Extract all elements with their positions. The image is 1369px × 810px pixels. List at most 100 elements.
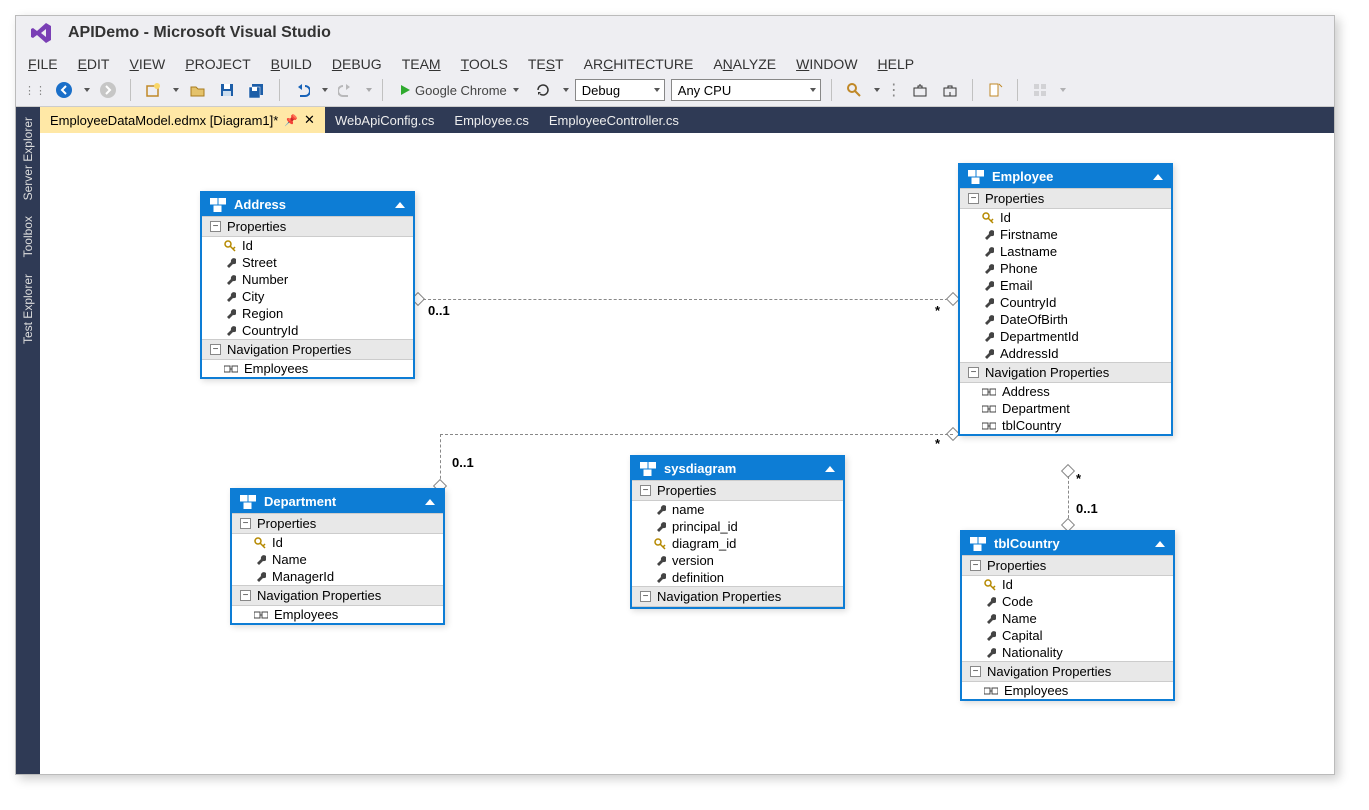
navprops-header[interactable]: −Navigation Properties [202,339,413,360]
entity-address[interactable]: Address −Properties Id Street Number Cit… [200,191,415,379]
entity-sysdiagram[interactable]: sysdiagram −Properties name principal_id… [630,455,845,609]
entity-property[interactable]: Firstname [960,226,1171,243]
entity-property[interactable]: Nationality [962,644,1173,661]
properties-header[interactable]: −Properties [960,188,1171,209]
side-tab-toolbox[interactable]: Toolbox [19,208,37,265]
entity-property[interactable]: DepartmentId [960,328,1171,345]
side-tab-server-explorer[interactable]: Server Explorer [19,109,37,208]
entity-property[interactable]: Number [202,271,413,288]
collapse-icon[interactable] [1153,174,1163,180]
navprops-header[interactable]: −Navigation Properties [960,362,1171,383]
minus-icon[interactable]: − [640,485,651,496]
entity-navprop[interactable]: Employees [232,606,443,623]
menu-build[interactable]: BUILD [271,56,312,72]
find-button[interactable] [842,78,866,102]
entity-property[interactable]: Name [962,610,1173,627]
undo-button[interactable] [290,78,314,102]
minus-icon[interactable]: − [210,221,221,232]
entity-property[interactable]: Street [202,254,413,271]
entity-property[interactable]: CountryId [960,294,1171,311]
side-tab-test-explorer[interactable]: Test Explorer [19,266,37,352]
menu-architecture[interactable]: ARCHITECTURE [584,56,694,72]
entity-property[interactable]: Id [202,237,413,254]
save-all-button[interactable] [245,78,269,102]
dropdown-icon[interactable] [84,88,90,92]
entity-tblcountry[interactable]: tblCountry −Properties Id Code Name Capi… [960,530,1175,701]
properties-header[interactable]: −Properties [962,555,1173,576]
toolbox-button-1[interactable] [908,78,932,102]
entity-header[interactable]: sysdiagram [632,457,843,480]
tab-employee[interactable]: Employee.cs [444,107,538,133]
refresh-button[interactable] [531,78,555,102]
dropdown-icon[interactable] [563,88,569,92]
minus-icon[interactable]: − [640,591,651,602]
minus-icon[interactable]: − [970,560,981,571]
minus-icon[interactable]: − [970,666,981,677]
entity-property[interactable]: Id [232,534,443,551]
entity-navprop[interactable]: Department [960,400,1171,417]
platform-combo[interactable]: Any CPU [671,79,821,101]
entity-property[interactable]: Region [202,305,413,322]
document-button[interactable] [983,78,1007,102]
redo-button[interactable] [334,78,358,102]
entity-property[interactable]: AddressId [960,345,1171,362]
new-project-button[interactable] [141,78,165,102]
entity-property[interactable]: Code [962,593,1173,610]
pin-icon[interactable]: 📌 [284,114,298,127]
dropdown-icon[interactable] [322,88,328,92]
entity-property[interactable]: City [202,288,413,305]
entity-property[interactable]: Phone [960,260,1171,277]
properties-header[interactable]: −Properties [632,480,843,501]
dropdown-icon[interactable] [874,88,880,92]
dropdown-icon[interactable] [1060,88,1066,92]
start-debug-button[interactable]: Google Chrome [393,83,525,98]
nav-back-button[interactable] [52,78,76,102]
minus-icon[interactable]: − [968,367,979,378]
entity-property[interactable]: ManagerId [232,568,443,585]
entity-header[interactable]: Department [232,490,443,513]
entity-property[interactable]: CountryId [202,322,413,339]
toolbox-button-2[interactable] [938,78,962,102]
menu-window[interactable]: WINDOW [796,56,857,72]
entity-property[interactable]: Lastname [960,243,1171,260]
properties-header[interactable]: −Properties [232,513,443,534]
properties-header[interactable]: −Properties [202,216,413,237]
entity-employee[interactable]: Employee −Properties Id Firstname Lastna… [958,163,1173,436]
collapse-icon[interactable] [825,466,835,472]
entity-property[interactable]: DateOfBirth [960,311,1171,328]
tab-active[interactable]: EmployeeDataModel.edmx [Diagram1]* 📌 ✕ [40,107,325,133]
minus-icon[interactable]: − [240,590,251,601]
entity-navprop[interactable]: Address [960,383,1171,400]
entity-property[interactable]: Id [960,209,1171,226]
entity-navprop[interactable]: Employees [202,360,413,377]
entity-property[interactable]: Id [962,576,1173,593]
entity-property[interactable]: Name [232,551,443,568]
entity-property[interactable]: Email [960,277,1171,294]
entity-header[interactable]: Address [202,193,413,216]
tab-employeecontroller[interactable]: EmployeeController.cs [539,107,689,133]
entity-property[interactable]: Capital [962,627,1173,644]
menu-edit[interactable]: EDIT [78,56,110,72]
collapse-icon[interactable] [395,202,405,208]
dropdown-icon[interactable] [366,88,372,92]
menu-team[interactable]: TEAM [402,56,441,72]
entity-navprop[interactable]: tblCountry [960,417,1171,434]
close-icon[interactable]: ✕ [304,112,315,128]
navprops-header[interactable]: −Navigation Properties [632,586,843,607]
entity-header[interactable]: Employee [960,165,1171,188]
menu-file[interactable]: FILE [28,56,58,72]
open-button[interactable] [185,78,209,102]
entity-property[interactable]: version [632,552,843,569]
entity-property[interactable]: name [632,501,843,518]
navprops-header[interactable]: −Navigation Properties [232,585,443,606]
grid-button[interactable] [1028,78,1052,102]
menu-debug[interactable]: DEBUG [332,56,382,72]
entity-property[interactable]: definition [632,569,843,586]
collapse-icon[interactable] [1155,541,1165,547]
menu-view[interactable]: VIEW [129,56,165,72]
nav-forward-button[interactable] [96,78,120,102]
diagram-canvas[interactable]: 0..1 * 0..1 * * 0..1 Address [40,133,1334,774]
save-button[interactable] [215,78,239,102]
menu-tools[interactable]: TOOLS [461,56,508,72]
minus-icon[interactable]: − [240,518,251,529]
